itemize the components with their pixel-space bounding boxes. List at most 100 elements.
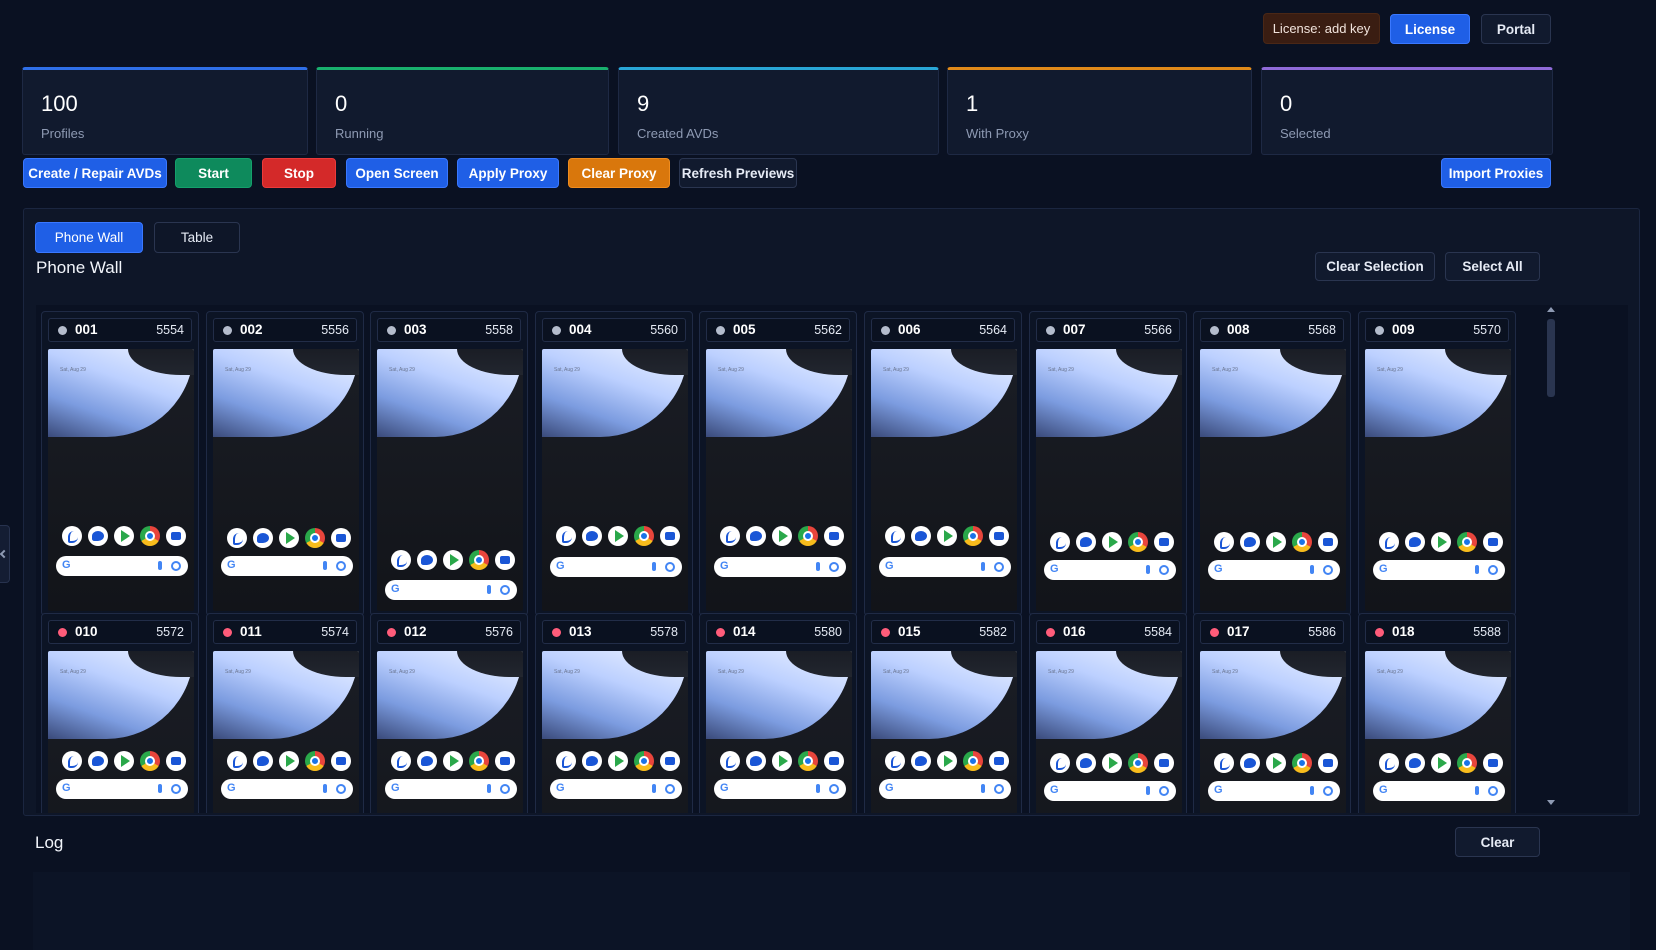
app-dock [227, 528, 351, 550]
google-search-bar: G [714, 779, 846, 799]
phone-id: 009 [1392, 322, 1415, 337]
phone-screen-preview[interactable]: Sat, Aug 29 G [1200, 651, 1346, 813]
refresh-previews-button[interactable]: Refresh Previews [679, 158, 797, 188]
wall-scrollbar[interactable] [1545, 305, 1557, 813]
chrome-icon [140, 526, 160, 546]
app-dock [885, 751, 1009, 773]
phone-card[interactable]: 011 5574 Sat, Aug 29 G [206, 613, 364, 813]
phone-screen-preview[interactable]: Sat, Aug 29 G [706, 349, 852, 611]
sidebar-collapse-handle[interactable] [0, 525, 10, 583]
phone-port: 5568 [1308, 323, 1336, 337]
tab-table[interactable]: Table [154, 222, 240, 253]
phone-card[interactable]: 016 5584 Sat, Aug 29 G [1029, 613, 1187, 813]
chrome-icon [634, 526, 654, 546]
phone-card[interactable]: 007 5566 Sat, Aug 29 G [1029, 311, 1187, 616]
scroll-down-icon[interactable] [1547, 800, 1555, 805]
clear-selection-button[interactable]: Clear Selection [1315, 252, 1435, 281]
phone-screen-preview[interactable]: Sat, Aug 29 G [213, 349, 359, 611]
phone-id: 007 [1063, 322, 1086, 337]
phone-screen-preview[interactable]: Sat, Aug 29 G [1365, 651, 1511, 813]
play-store-icon [114, 526, 134, 546]
play-store-icon [608, 751, 628, 771]
phone-wall-title: Phone Wall [36, 258, 123, 277]
start-button[interactable]: Start [175, 158, 252, 188]
open-screen-button[interactable]: Open Screen [346, 158, 448, 188]
phone-port: 5578 [650, 625, 678, 639]
phone-screen-preview[interactable]: Sat, Aug 29 G [542, 651, 688, 813]
import-proxies-button[interactable]: Import Proxies [1441, 158, 1551, 188]
google-search-bar: G [56, 556, 188, 576]
camera-app-icon [495, 751, 515, 771]
stat-value: 100 [41, 91, 78, 116]
google-search-bar: G [1044, 560, 1176, 580]
phone-port: 5560 [650, 323, 678, 337]
portal-button[interactable]: Portal [1481, 14, 1551, 44]
google-icon: G [556, 560, 565, 572]
phone-screen-preview[interactable]: Sat, Aug 29 G [1036, 651, 1182, 813]
stat-profiles: 100 Profiles [22, 67, 308, 155]
play-store-icon [937, 751, 957, 771]
messages-app-icon [582, 751, 602, 771]
phone-card[interactable]: 002 5556 Sat, Aug 29 G [206, 311, 364, 616]
phone-id: 004 [569, 322, 592, 337]
phone-card[interactable]: 017 5586 Sat, Aug 29 G [1193, 613, 1351, 813]
phone-card[interactable]: 006 5564 Sat, Aug 29 G [864, 311, 1022, 616]
phone-card[interactable]: 008 5568 Sat, Aug 29 G [1193, 311, 1351, 616]
messages-app-icon [582, 526, 602, 546]
phone-screen-preview[interactable]: Sat, Aug 29 G [377, 349, 523, 611]
phone-card[interactable]: 004 5560 Sat, Aug 29 G [535, 311, 693, 616]
camera-app-icon [989, 751, 1009, 771]
phone-screen-preview[interactable]: Sat, Aug 29 G [871, 349, 1017, 611]
phone-card-header: 010 5572 [48, 620, 192, 644]
app-dock [556, 751, 680, 773]
phone-card[interactable]: 010 5572 Sat, Aug 29 G [41, 613, 199, 813]
phone-screen-preview[interactable]: Sat, Aug 29 G [542, 349, 688, 611]
apply-proxy-button[interactable]: Apply Proxy [457, 158, 559, 188]
tab-phone-wall[interactable]: Phone Wall [35, 222, 143, 253]
scroll-thumb[interactable] [1547, 319, 1555, 397]
phone-card-header: 017 5586 [1200, 620, 1344, 644]
create-repair-avds-button[interactable]: Create / Repair AVDs [23, 158, 167, 188]
app-dock [720, 751, 844, 773]
stat-value: 0 [1280, 91, 1293, 116]
phone-card[interactable]: 014 5580 Sat, Aug 29 G [699, 613, 857, 813]
phone-card-header: 002 5556 [213, 318, 357, 342]
phone-card[interactable]: 012 5576 Sat, Aug 29 G [370, 613, 528, 813]
stop-button[interactable]: Stop [262, 158, 336, 188]
lens-icon [665, 784, 675, 794]
lens-icon [1323, 786, 1333, 796]
chrome-icon [469, 550, 489, 570]
phone-screen-preview[interactable]: Sat, Aug 29 G [48, 349, 194, 611]
phone-card[interactable]: 005 5562 Sat, Aug 29 G [699, 311, 857, 616]
google-icon: G [227, 782, 236, 794]
phone-screen-preview[interactable]: Sat, Aug 29 G [1365, 349, 1511, 611]
license-button[interactable]: License [1390, 14, 1470, 44]
phone-screen-preview[interactable]: Sat, Aug 29 G [377, 651, 523, 813]
phone-screen-preview[interactable]: Sat, Aug 29 G [48, 651, 194, 813]
messages-app-icon [253, 751, 273, 771]
phone-screen-preview[interactable]: Sat, Aug 29 G [1200, 349, 1346, 611]
clear-proxy-button[interactable]: Clear Proxy [568, 158, 670, 188]
phone-card[interactable]: 013 5578 Sat, Aug 29 G [535, 613, 693, 813]
phone-card[interactable]: 009 5570 Sat, Aug 29 G [1358, 311, 1516, 616]
phone-screen-preview[interactable]: Sat, Aug 29 G [871, 651, 1017, 813]
clear-log-button[interactable]: Clear [1455, 827, 1540, 857]
camera-app-icon [1154, 532, 1174, 552]
phone-card-header: 015 5582 [871, 620, 1015, 644]
messages-app-icon [746, 526, 766, 546]
app-dock [391, 751, 515, 773]
phone-app-icon [62, 751, 82, 771]
screen-date: Sat, Aug 29 [1048, 669, 1074, 675]
messages-app-icon [253, 528, 273, 548]
phone-card[interactable]: 003 5558 Sat, Aug 29 G [370, 311, 528, 616]
select-all-button[interactable]: Select All [1445, 252, 1540, 281]
phone-screen-preview[interactable]: Sat, Aug 29 G [706, 651, 852, 813]
scroll-up-icon[interactable] [1547, 307, 1555, 312]
phone-screen-preview[interactable]: Sat, Aug 29 G [213, 651, 359, 813]
phone-card[interactable]: 018 5588 Sat, Aug 29 G [1358, 613, 1516, 813]
status-dot-icon [58, 628, 67, 637]
phone-card[interactable]: 015 5582 Sat, Aug 29 G [864, 613, 1022, 813]
phone-screen-preview[interactable]: Sat, Aug 29 G [1036, 349, 1182, 611]
phone-card[interactable]: 001 5554 Sat, Aug 29 G [41, 311, 199, 616]
screen-date: Sat, Aug 29 [225, 367, 251, 373]
